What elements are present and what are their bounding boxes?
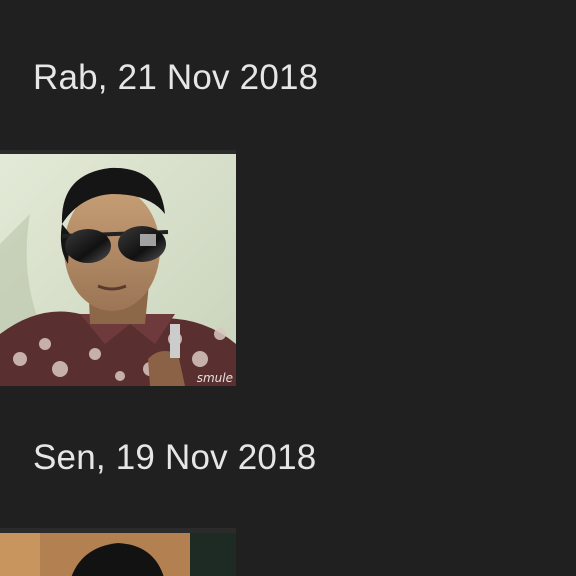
date-header-2: Sen, 19 Nov 2018 xyxy=(33,438,317,477)
photo-timeline: Rab, 21 Nov 2018 smule Sen, 19 Nov 2018 xyxy=(0,0,576,576)
smule-watermark: smule xyxy=(196,371,233,385)
photo-thumbnail-1[interactable]: smule xyxy=(0,150,236,386)
date-header-1: Rab, 21 Nov 2018 xyxy=(33,58,319,97)
photo-image-1 xyxy=(0,154,236,386)
photo-image-2 xyxy=(0,533,236,576)
photo-thumbnail-2[interactable] xyxy=(0,528,236,576)
